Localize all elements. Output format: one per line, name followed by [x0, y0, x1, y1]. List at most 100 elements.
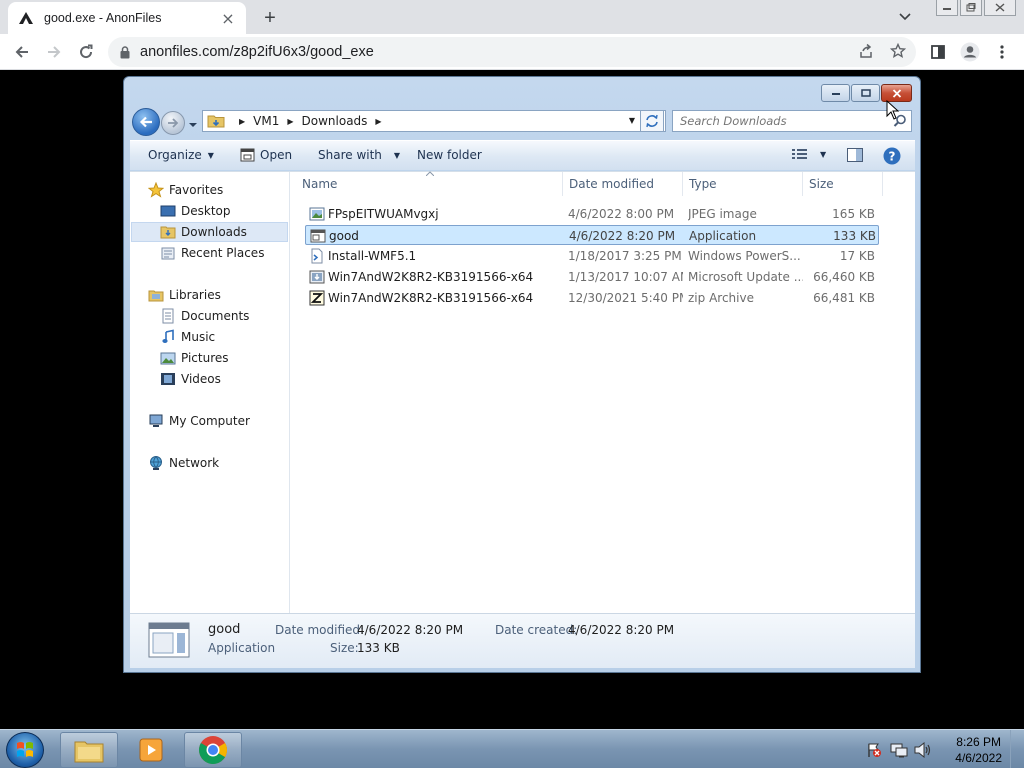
taskbar-explorer-button[interactable] [60, 732, 118, 768]
breadcrumb-separator-icon[interactable]: ▶ [239, 117, 245, 126]
explorer-minimize-button[interactable] [821, 84, 850, 102]
lock-icon[interactable] [120, 45, 130, 59]
help-icon: ? [883, 147, 901, 165]
details-date-modified-label: Date modified: [275, 623, 365, 637]
music-note-icon [162, 329, 174, 343]
tab-search-chevron-icon[interactable] [896, 8, 914, 26]
powershell-script-icon [311, 248, 323, 264]
back-button[interactable] [8, 38, 36, 66]
explorer-back-button[interactable] [132, 108, 160, 136]
share-with-label: Share with [318, 148, 382, 162]
search-input[interactable] [680, 114, 880, 128]
new-folder-label: New folder [417, 148, 482, 162]
taskbar-clock[interactable]: 8:26 PM 4/6/2022 [955, 734, 1002, 766]
sort-ascending-icon [426, 171, 434, 176]
close-tab-icon[interactable]: × [220, 9, 236, 28]
file-name: Win7AndW2K8R2-KB3191566-x64 [328, 270, 534, 284]
taskbar-chrome-button[interactable] [184, 732, 242, 768]
nav-label: Recent Places [181, 246, 265, 260]
breadcrumb-separator-icon[interactable]: ▶ [287, 117, 293, 126]
new-folder-button[interactable]: New folder [417, 148, 482, 162]
preview-pane-button[interactable] [847, 148, 863, 162]
action-center-flag-icon[interactable] [866, 742, 882, 758]
file-row[interactable]: FPspEITWUAMvgxj 4/6/2022 8:00 PM JPEG im… [305, 204, 879, 224]
column-header-name[interactable]: Name [290, 171, 563, 196]
downloads-folder-icon [160, 226, 176, 239]
breadcrumb-separator-icon[interactable]: ▶ [375, 117, 381, 126]
browser-toolbar: anonfiles.com/z8p2ifU6x3/good_exe [0, 34, 1024, 70]
explorer-maximize-button[interactable] [851, 84, 880, 102]
column-header-size[interactable]: Size [803, 172, 883, 196]
command-bar: Organize ▼ Open Share with ▼ New folder ▼ … [130, 140, 915, 170]
navigation-pane: Favorites Desktop Downloads Recent Place… [130, 172, 290, 614]
libraries-icon [148, 290, 164, 302]
change-view-button[interactable]: ▼ [792, 148, 826, 160]
nav-documents[interactable]: Documents [160, 306, 249, 326]
close-window-button[interactable] [984, 0, 1016, 16]
back-arrow-icon [139, 116, 152, 128]
network-status-icon[interactable] [890, 742, 908, 758]
open-button[interactable]: Open [240, 148, 292, 162]
nav-desktop[interactable]: Desktop [160, 201, 231, 221]
breadcrumb-downloads[interactable]: Downloads [302, 114, 368, 128]
file-row-selected[interactable]: good 4/6/2022 8:20 PM Application 133 KB [305, 225, 879, 245]
show-desktop-button[interactable] [1010, 730, 1024, 768]
nav-pictures[interactable]: Pictures [160, 348, 229, 368]
nav-my-computer[interactable]: My Computer [148, 411, 250, 431]
file-size: 165 KB [832, 207, 875, 221]
recent-locations-dropdown-icon[interactable] [188, 117, 198, 127]
browser-tab[interactable]: good.exe - AnonFiles × [8, 2, 246, 34]
column-date-label: Date modified [569, 177, 655, 191]
file-date: 12/30/2021 5:40 PM [568, 291, 683, 305]
file-row[interactable]: Install-WMF5.1 1/18/2017 3:25 PM Windows… [305, 246, 879, 266]
nav-recent-places[interactable]: Recent Places [160, 243, 264, 263]
share-with-button[interactable]: Share with ▼ [318, 148, 400, 162]
restore-window-button[interactable] [960, 0, 982, 16]
nav-network[interactable]: Network [148, 453, 219, 473]
nav-label: Libraries [169, 288, 221, 302]
column-header-type[interactable]: Type [683, 172, 803, 196]
search-downloads-box[interactable] [672, 110, 912, 132]
organize-button[interactable]: Organize ▼ [148, 148, 214, 162]
forward-button[interactable] [40, 38, 68, 66]
file-date: 4/6/2022 8:00 PM [568, 207, 675, 221]
chevron-down-icon: ▼ [207, 150, 214, 160]
taskbar-media-player-button[interactable] [122, 732, 180, 768]
share-icon[interactable] [858, 43, 874, 59]
minimize-window-button[interactable] [936, 0, 958, 16]
volume-speaker-icon[interactable] [914, 742, 932, 758]
file-row[interactable]: Win7AndW2K8R2-KB3191566-x64 1/13/2017 10… [305, 267, 879, 287]
nav-libraries[interactable]: Libraries [148, 285, 221, 305]
tab-strip: good.exe - AnonFiles × + [0, 0, 1024, 34]
nav-videos[interactable]: Videos [160, 369, 221, 389]
bookmark-star-icon[interactable] [890, 43, 906, 59]
column-name-label: Name [302, 177, 338, 191]
start-button[interactable] [6, 732, 44, 768]
breadcrumb-vm1[interactable]: VM1 [253, 114, 279, 128]
nav-favorites[interactable]: Favorites [148, 180, 223, 200]
file-type: Application [689, 229, 757, 243]
address-bar[interactable]: anonfiles.com/z8p2ifU6x3/good_exe [108, 37, 916, 67]
explorer-address-bar[interactable]: ▶ VM1 ▶ Downloads ▶ ▼ [202, 110, 666, 132]
help-button[interactable]: ? [883, 147, 901, 165]
profile-button[interactable] [956, 38, 984, 66]
file-explorer-folder-icon [74, 741, 104, 763]
file-size: 66,460 KB [813, 270, 875, 284]
explorer-refresh-button[interactable] [640, 110, 664, 132]
chrome-menu-button[interactable] [988, 38, 1016, 66]
column-header-date-modified[interactable]: Date modified [563, 172, 683, 196]
file-row[interactable]: Win7AndW2K8R2-KB3191566-x64 12/30/2021 5… [305, 288, 879, 308]
file-size: 133 KB [833, 229, 876, 243]
nav-music[interactable]: Music [160, 327, 215, 347]
side-panel-button[interactable] [924, 38, 952, 66]
nav-label: Desktop [181, 204, 231, 218]
explorer-forward-button[interactable] [161, 111, 185, 135]
tab-title: good.exe - AnonFiles [44, 11, 162, 25]
nav-downloads[interactable]: Downloads [131, 222, 288, 242]
new-tab-button[interactable]: + [258, 6, 282, 30]
organize-label: Organize [148, 148, 202, 162]
forward-arrow-icon [168, 118, 179, 128]
arrow-right-icon [48, 46, 61, 58]
address-dropdown-icon[interactable]: ▼ [629, 116, 635, 125]
reload-button[interactable] [72, 38, 100, 66]
